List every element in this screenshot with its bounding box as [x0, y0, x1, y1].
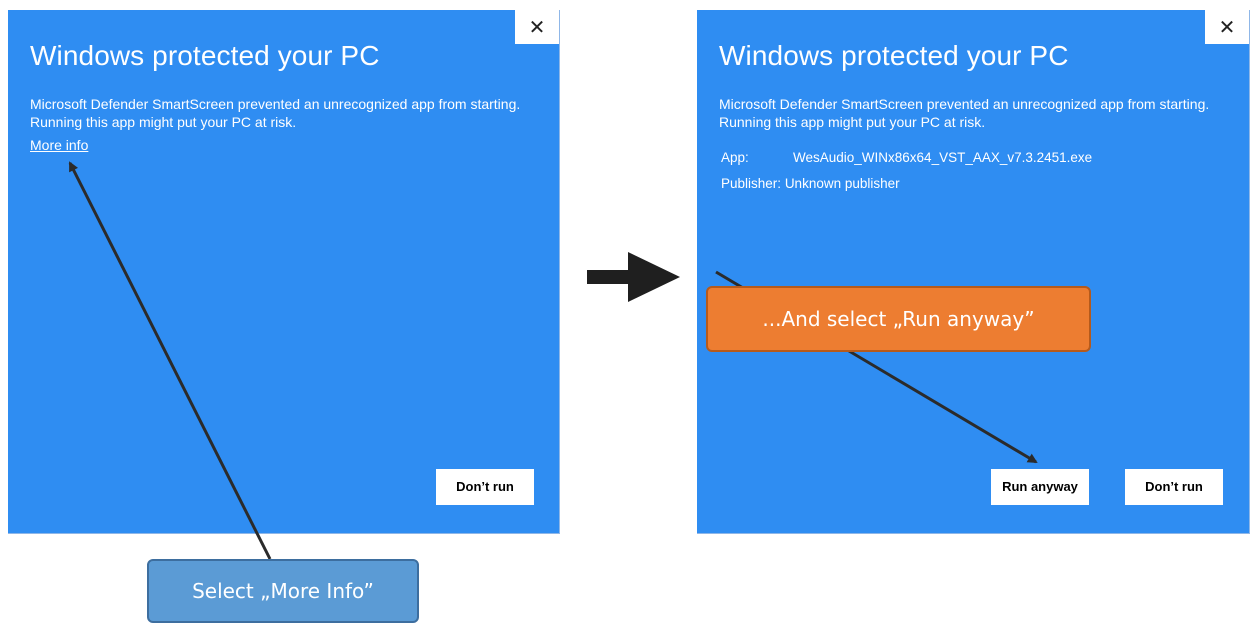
dialog-description: Microsoft Defender SmartScreen prevented… [30, 96, 521, 130]
more-info-link[interactable]: More info [30, 137, 88, 153]
smartscreen-dialog-collapsed: ✕ Windows protected your PC Microsoft De… [8, 10, 560, 534]
callout-more-info: Select „More Info” [147, 559, 419, 623]
publisher-value: Unknown publisher [784, 176, 900, 191]
app-value: WesAudio_WINx86x64_VST_AAX_v7.3.2451.exe [793, 150, 1093, 165]
close-button[interactable]: ✕ [1205, 10, 1249, 44]
dialog-title: Windows protected your PC [719, 40, 1069, 71]
close-icon: ✕ [528, 15, 546, 39]
close-button[interactable]: ✕ [515, 10, 559, 44]
run-anyway-button[interactable]: Run anyway [991, 469, 1089, 505]
smartscreen-dialog-expanded: ✕ Windows protected your PC Microsoft De… [697, 10, 1250, 534]
publisher-info-row: Publisher: Unknown publisher [721, 176, 900, 191]
dialog-title: Windows protected your PC [30, 40, 380, 71]
close-icon: ✕ [1218, 15, 1236, 39]
callout-run-anyway: ...And select „Run anyway” [706, 286, 1091, 352]
dont-run-button[interactable]: Don’t run [436, 469, 534, 505]
right-arrow-icon [587, 252, 680, 302]
dialog-description: Microsoft Defender SmartScreen prevented… [719, 96, 1210, 130]
tutorial-screenshot: ✕ Windows protected your PC Microsoft De… [0, 0, 1250, 624]
dont-run-button[interactable]: Don’t run [1125, 469, 1223, 505]
publisher-label: Publisher: [721, 176, 782, 191]
app-info-row: App: WesAudio_WINx86x64_VST_AAX_v7.3.2451… [721, 150, 1092, 165]
app-label: App: [721, 150, 749, 165]
